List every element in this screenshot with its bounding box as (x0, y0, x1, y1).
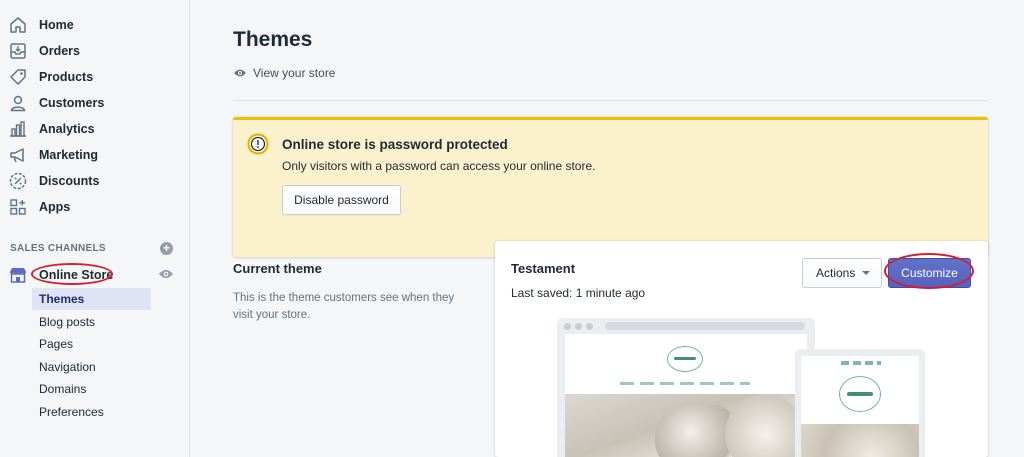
sidebar-item-label: Discounts (39, 174, 100, 188)
store-logo-image (839, 376, 881, 412)
sidebar-subitem-blog-posts[interactable]: Blog posts (32, 311, 151, 333)
tag-icon (10, 69, 26, 85)
actions-dropdown-button[interactable]: Actions (802, 258, 882, 288)
browser-dots (564, 323, 593, 330)
sidebar-item-orders[interactable]: Orders (0, 38, 190, 64)
chevron-down-icon (862, 271, 870, 275)
sidebar-item-customers[interactable]: Customers (0, 90, 190, 116)
theme-preview-desktop (557, 318, 815, 457)
sidebar-subitem-navigation[interactable]: Navigation (32, 356, 151, 378)
eye-icon (234, 69, 246, 77)
sidebar-item-label: Customers (39, 96, 105, 110)
current-theme-description: This is the theme customers see when the… (233, 292, 455, 321)
orders-icon (10, 43, 26, 59)
eye-icon[interactable] (158, 268, 174, 280)
apps-icon (10, 199, 26, 215)
preview-hero-image (801, 424, 919, 457)
sidebar-subitem-themes[interactable]: Themes (32, 288, 151, 310)
discount-icon (9, 172, 27, 190)
desktop-preview-screen (565, 334, 807, 457)
page-title: Themes (233, 28, 313, 51)
sidebar-item-label: Analytics (39, 122, 95, 136)
sidebar: Home Orders Products Customers Analytics… (0, 0, 190, 457)
app-root: Home Orders Products Customers Analytics… (0, 0, 1024, 457)
store-logo-image (667, 346, 703, 372)
theme-name: Testament (511, 261, 576, 276)
mobile-preview-screen (801, 356, 919, 457)
megaphone-icon (10, 148, 24, 163)
theme-preview-mobile (795, 349, 925, 457)
preview-nav-bar (841, 361, 881, 365)
password-protected-banner: Online store is password protected Only … (233, 117, 988, 257)
actions-label: Actions (816, 266, 856, 280)
sidebar-item-discounts[interactable]: Discounts (0, 168, 190, 194)
theme-card: Testament Last saved: 1 minute ago Actio… (495, 241, 988, 457)
view-store-label: View your store (253, 66, 336, 80)
sidebar-item-products[interactable]: Products (0, 64, 190, 90)
add-channel-icon[interactable]: + (160, 242, 173, 255)
banner-title: Online store is password protected (282, 137, 508, 152)
sidebar-item-apps[interactable]: Apps (0, 194, 190, 220)
theme-last-saved: Last saved: 1 minute ago (511, 286, 646, 300)
person-icon (10, 95, 26, 112)
banner-text: Only visitors with a password can access… (282, 159, 596, 173)
view-store-link[interactable]: View your store (233, 66, 335, 80)
store-icon (9, 268, 27, 283)
sidebar-subitem-preferences[interactable]: Preferences (32, 401, 151, 423)
divider (233, 100, 988, 101)
disable-password-button[interactable]: Disable password (282, 185, 401, 215)
sidebar-item-label: Home (39, 18, 74, 32)
sidebar-item-analytics[interactable]: Analytics (0, 116, 190, 142)
current-theme-heading: Current theme (233, 261, 322, 276)
customize-button[interactable]: Customize (888, 258, 971, 288)
browser-url-bar (605, 322, 805, 330)
sales-channels-title: SALES CHANNELS (10, 243, 106, 254)
sidebar-item-marketing[interactable]: Marketing (0, 142, 190, 168)
bar-chart-icon (10, 121, 26, 137)
sidebar-subitem-domains[interactable]: Domains (32, 378, 151, 400)
preview-hero-image (565, 394, 807, 457)
preview-nav-bar (620, 382, 750, 385)
sidebar-item-label: Marketing (39, 148, 99, 162)
sidebar-item-label: Orders (39, 44, 80, 58)
warning-icon (247, 133, 269, 155)
sidebar-item-label: Apps (39, 200, 71, 214)
annotation-circle-online-store (31, 263, 113, 285)
home-icon (10, 17, 26, 33)
sidebar-subitem-pages[interactable]: Pages (32, 333, 151, 355)
sidebar-item-home[interactable]: Home (0, 12, 190, 38)
sidebar-item-label: Products (39, 70, 94, 84)
